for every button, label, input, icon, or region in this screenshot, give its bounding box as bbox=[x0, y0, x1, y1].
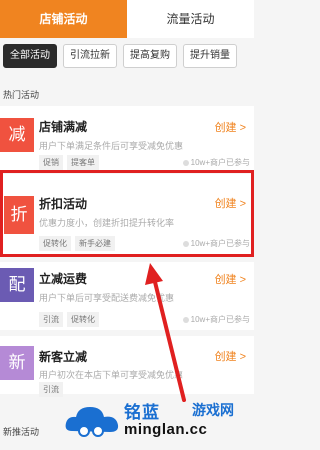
merchant-participation: 10w+商户已参与 bbox=[182, 314, 250, 325]
activity-tags: 促转化 新手必建 bbox=[39, 236, 115, 251]
activity-type-tabs: 店铺活动 流量活动 bbox=[0, 0, 254, 38]
activity-tags: 引流 促转化 bbox=[39, 312, 99, 327]
activity-description: 用户下单后可享受配送费减免优惠 bbox=[39, 293, 175, 303]
watermark-brand: 铭蓝 bbox=[124, 403, 160, 422]
filter-chips: 全部活动 引流拉新 提高复购 提升销量 bbox=[0, 44, 254, 70]
tab-traffic-activities[interactable]: 流量活动 bbox=[127, 0, 254, 38]
activity-title: 立减运费 bbox=[39, 272, 88, 286]
activity-card-discount[interactable]: 折 折扣活动 创建 > 优惠力度小，创建折扣提升转化率 促转化 新手必建 10w+… bbox=[0, 174, 254, 254]
tag: 促转化 bbox=[67, 312, 99, 327]
activity-description: 用户下单满足条件后可享受减免优惠 bbox=[39, 141, 184, 151]
watermark: 铭蓝 游戏网 minglan.cc bbox=[64, 395, 254, 450]
cloud-logo-icon bbox=[65, 407, 119, 437]
chevron-right-icon: > bbox=[239, 274, 246, 286]
delivery-tile-icon: 配 bbox=[0, 268, 34, 302]
tag: 引流 bbox=[39, 382, 63, 397]
discount-tile-icon: 减 bbox=[0, 118, 34, 152]
activity-tags: 引流 bbox=[39, 382, 63, 397]
create-button[interactable]: 创建 > bbox=[215, 119, 246, 135]
activity-title: 折扣活动 bbox=[39, 197, 88, 211]
merchant-dot-icon bbox=[182, 240, 189, 247]
activity-card-shipping-discount[interactable]: 配 立减运费 创建 > 用户下单后可享受配送费减免优惠 引流 促转化 10w+商户… bbox=[0, 262, 254, 330]
discount-percent-tile-icon: 折 bbox=[4, 196, 34, 234]
activity-card-new-customer[interactable]: 新 新客立减 创建 > 用户初次在本店下单可享受减免优惠 引流 bbox=[0, 336, 254, 397]
tag: 促销 bbox=[39, 155, 63, 170]
filter-acquire-new-users[interactable]: 引流拉新 bbox=[63, 44, 117, 68]
create-button[interactable]: 创建 > bbox=[215, 195, 246, 211]
activity-description: 优惠力度小，创建折扣提升转化率 bbox=[39, 218, 175, 228]
chevron-right-icon: > bbox=[239, 351, 246, 363]
activity-card-store-discount[interactable]: 减 店铺满减 创建 > 用户下单满足条件后可享受减免优惠 促销 提客单 10w+商… bbox=[0, 106, 254, 170]
merchant-participation: 10w+商户已参与 bbox=[182, 238, 250, 249]
create-button[interactable]: 创建 > bbox=[215, 348, 246, 364]
activity-description: 用户初次在本店下单可享受减免优惠 bbox=[39, 370, 184, 380]
watermark-domain: minglan.cc bbox=[124, 421, 208, 438]
tag: 提客单 bbox=[67, 155, 99, 170]
new-customer-tile-icon: 新 bbox=[0, 346, 34, 380]
activity-title: 新客立减 bbox=[39, 350, 88, 364]
chevron-right-icon: > bbox=[239, 198, 246, 210]
activity-tags: 促销 提客单 bbox=[39, 155, 99, 170]
chevron-right-icon: > bbox=[239, 122, 246, 134]
tag: 促转化 bbox=[39, 236, 71, 251]
section-hot-activities: 热门活动 bbox=[3, 90, 40, 100]
tab-store-activities[interactable]: 店铺活动 bbox=[0, 0, 127, 38]
filter-increase-sales[interactable]: 提升销量 bbox=[183, 44, 237, 68]
section-new-activities: 新推活动 bbox=[3, 427, 40, 437]
merchant-participation: 10w+商户已参与 bbox=[182, 157, 250, 168]
watermark-site: 游戏网 bbox=[192, 402, 234, 418]
filter-repeat-purchase[interactable]: 提高复购 bbox=[123, 44, 177, 68]
tag: 引流 bbox=[39, 312, 63, 327]
create-button[interactable]: 创建 > bbox=[215, 271, 246, 287]
merchant-dot-icon bbox=[182, 159, 189, 166]
tag: 新手必建 bbox=[75, 236, 115, 251]
activity-title: 店铺满减 bbox=[39, 120, 88, 134]
merchant-dot-icon bbox=[182, 316, 189, 323]
filter-all-activities[interactable]: 全部活动 bbox=[3, 44, 57, 68]
